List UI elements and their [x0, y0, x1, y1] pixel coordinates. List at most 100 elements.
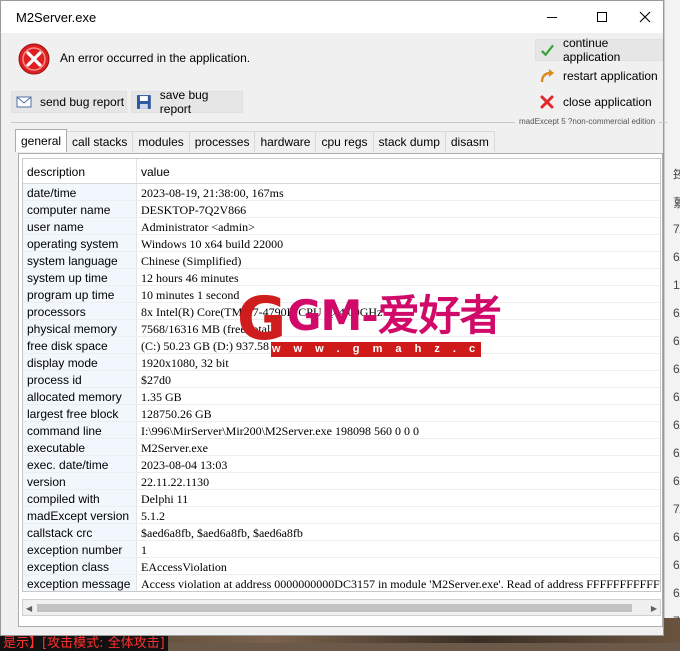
window-close-button[interactable] [627, 1, 663, 33]
tab-disasm[interactable]: disasm [444, 131, 495, 152]
row-value: $aed6a8fb, $aed6a8fb, $aed6a8fb [141, 526, 303, 540]
background-cell-text: 6/ [673, 250, 680, 264]
send-bug-report-button[interactable]: send bug report [11, 91, 127, 113]
table-row[interactable]: system up time 12 hours 46 minutes [23, 269, 660, 286]
close-application-button[interactable]: close application [535, 91, 663, 113]
watermark-url: w w w . g m a h z . c o m [271, 342, 481, 370]
general-tab-panel: description value date/time 2023-08-19, 2… [18, 153, 663, 627]
header-value: value [141, 165, 170, 179]
tab-cpu-regs[interactable]: cpu regs [315, 131, 374, 152]
maximize-icon [597, 12, 607, 22]
row-value: 5.1.2 [141, 509, 165, 523]
row-value: Chinese (Simplified) [141, 254, 242, 268]
row-description: exec. date/time [23, 456, 137, 472]
row-description: computer name [23, 201, 137, 217]
scroll-left-icon[interactable]: ◀ [26, 604, 32, 613]
table-row[interactable]: executable M2Server.exe [23, 439, 660, 456]
save-bug-report-button[interactable]: save bug report [131, 88, 243, 116]
row-description: physical memory [23, 320, 137, 336]
maximize-button[interactable] [579, 1, 625, 33]
table-row[interactable]: exception message Access violation at add… [23, 575, 660, 591]
background-cell-text: 6/ [673, 418, 680, 432]
row-value: 1.35 GB [141, 390, 182, 404]
checkmark-icon [541, 44, 554, 57]
scroll-right-icon[interactable]: ▶ [651, 604, 657, 613]
table-row[interactable]: process id $27d0 [23, 371, 660, 388]
tab-hardware[interactable]: hardware [254, 131, 317, 152]
error-message: An error occurred in the application. [60, 51, 251, 65]
table-row[interactable]: exec. date/time 2023-08-04 13:03 [23, 456, 660, 473]
row-value: 2023-08-04 13:03 [141, 458, 228, 472]
table-row[interactable]: version 22.11.22.1130 [23, 473, 660, 490]
table-row[interactable]: callstack crc $aed6a8fb, $aed6a8fb, $aed6… [23, 524, 660, 541]
row-description: system up time [23, 269, 137, 285]
row-description: operating system [23, 235, 137, 251]
watermark-text: GM-爱好者 [287, 291, 502, 340]
title-bar: M2Server.exe [1, 1, 663, 33]
background-cell-text: 6/ [673, 362, 680, 376]
tab-call-stacks[interactable]: call stacks [66, 131, 134, 152]
background-cell-text: 7/ [673, 222, 680, 236]
row-description: free disk space [23, 337, 137, 353]
restart-application-button[interactable]: restart application [535, 65, 663, 87]
restart-application-label: restart application [563, 69, 658, 83]
background-cell-text: 6/ [673, 558, 680, 572]
row-value: Delphi 11 [141, 492, 189, 506]
edition-label: madExcept 5 ?non-commercial edition [515, 117, 660, 126]
tab-stack-dump[interactable]: stack dump [372, 131, 446, 152]
table-row[interactable]: operating system Windows 10 x64 build 220… [23, 235, 660, 252]
row-description: display mode [23, 354, 137, 370]
background-cell-text: 6/ [673, 446, 680, 460]
row-description: exception message [23, 575, 137, 591]
row-description: executable [23, 439, 137, 455]
table-row[interactable]: system language Chinese (Simplified) [23, 252, 660, 269]
info-grid: description value date/time 2023-08-19, 2… [22, 158, 661, 592]
table-row[interactable]: date/time 2023-08-19, 21:38:00, 167ms [23, 184, 660, 201]
background-cell-text: 11 [673, 278, 680, 292]
tab-processes[interactable]: processes [188, 131, 256, 152]
row-value: 128750.26 GB [141, 407, 212, 421]
minimize-button[interactable] [529, 1, 575, 33]
row-description: madExcept version [23, 507, 137, 523]
table-row[interactable]: command line I:\996\MirServer\Mir200\M2Se… [23, 422, 660, 439]
row-description: exception class [23, 558, 137, 574]
scrollbar-thumb[interactable] [37, 604, 632, 612]
tab-general[interactable]: general [15, 129, 68, 152]
envelope-icon [16, 96, 32, 108]
row-value: 22.11.22.1130 [141, 475, 210, 489]
table-row[interactable]: largest free block 128750.26 GB [23, 405, 660, 422]
tab-modules[interactable]: modules [132, 131, 190, 152]
background-cell-text: 6/ [673, 334, 680, 348]
table-row[interactable]: allocated memory 1.35 GB [23, 388, 660, 405]
table-row[interactable]: computer name DESKTOP-7Q2V866 [23, 201, 660, 218]
row-description: exception number [23, 541, 137, 557]
row-value: M2Server.exe [141, 441, 208, 455]
row-value: 12 hours 46 minutes [141, 271, 239, 285]
row-value: DESKTOP-7Q2V866 [141, 203, 247, 217]
background-cell-text: 6/ [673, 530, 680, 544]
table-row[interactable]: exception number 1 [23, 541, 660, 558]
row-value: Windows 10 x64 build 22000 [141, 237, 284, 251]
horizontal-scrollbar[interactable]: ◀ ▶ [22, 599, 661, 616]
row-description: system language [23, 252, 137, 268]
table-row[interactable]: compiled with Delphi 11 [23, 490, 660, 507]
background-cell-text: 筠 [673, 168, 680, 182]
row-description: largest free block [23, 405, 137, 421]
table-row[interactable]: exception class EAccessViolation [23, 558, 660, 575]
background-cell-text: 7/ [673, 502, 680, 516]
row-value: $27d0 [141, 373, 171, 387]
tab-strip: general call stacks modules processes hardwa… [15, 129, 495, 152]
grid-body: date/time 2023-08-19, 21:38:00, 167ms comp… [23, 184, 660, 591]
row-value: 1 [141, 543, 147, 557]
table-row[interactable]: madExcept version 5.1.2 [23, 507, 660, 524]
floppy-disk-icon [136, 95, 151, 109]
grid-header: description value [23, 159, 660, 184]
close-icon [639, 11, 651, 23]
table-row[interactable]: user name Administrator <admin> [23, 218, 660, 235]
row-description: version [23, 473, 137, 489]
row-description: allocated memory [23, 388, 137, 404]
save-bug-report-label: save bug report [159, 88, 209, 116]
background-cell-text: 6/ [673, 474, 680, 488]
continue-application-button[interactable]: continue application [535, 36, 663, 64]
continue-application-label: continue application [562, 36, 621, 64]
